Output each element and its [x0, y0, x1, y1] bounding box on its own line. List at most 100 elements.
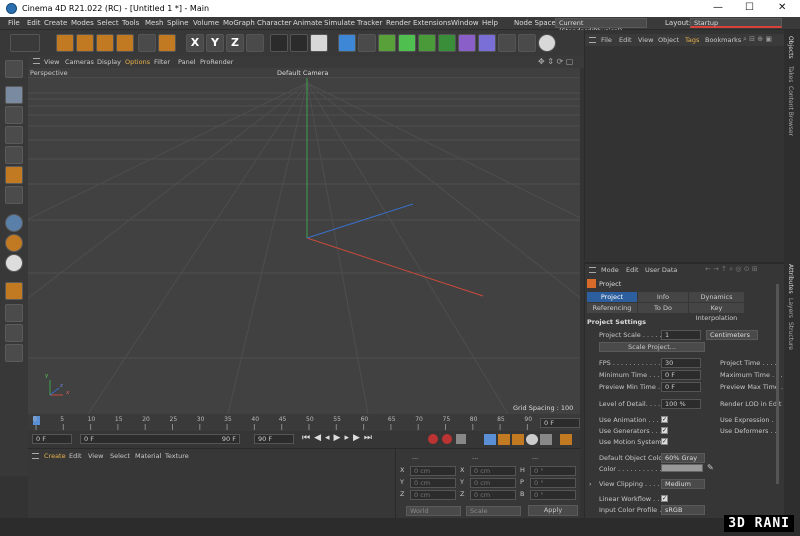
viewport-menu-view[interactable]: View	[44, 58, 59, 66]
tab-referencing[interactable]: Referencing	[587, 303, 637, 313]
coord-position-field[interactable]: 0 cm	[410, 466, 456, 476]
make-editable-icon[interactable]	[5, 60, 23, 78]
rotation-key-icon[interactable]	[512, 434, 524, 445]
model-mode-icon[interactable]	[5, 86, 23, 104]
polygons-mode-icon[interactable]	[5, 186, 23, 204]
object-menu-file[interactable]: File	[601, 36, 612, 44]
color-swatch[interactable]	[661, 464, 703, 472]
attribute-menu-mode[interactable]: Mode	[601, 266, 619, 274]
parameter-key-icon[interactable]	[526, 434, 538, 445]
close-button[interactable]: ✕	[778, 2, 786, 13]
snap-icon[interactable]	[5, 214, 23, 232]
fps-field[interactable]: 30	[661, 358, 701, 368]
timeline-ruler[interactable]: 0 5 10 15 20 25 30 35 40 45 50 55 60 65 70 75 80 85 90 0 F	[28, 414, 580, 431]
coord-rotation-field[interactable]: 0 °	[530, 466, 576, 476]
position-key-icon[interactable]	[484, 434, 496, 445]
coord-size-field[interactable]: 0 cm	[470, 490, 516, 500]
material-menu-view[interactable]: View	[88, 452, 103, 460]
side-tab-structure[interactable]: Structure	[787, 322, 794, 350]
z-axis-lock-icon[interactable]: Z	[226, 34, 244, 52]
rotate-icon[interactable]	[116, 34, 134, 52]
default-object-color-select[interactable]: 60% Gray	[661, 453, 705, 463]
tab-key-interpolation[interactable]: Key Interpolation	[689, 303, 744, 322]
maximize-button[interactable]: ☐	[745, 2, 754, 13]
magnet-icon[interactable]	[5, 282, 23, 300]
end-frame-field[interactable]: 90 F	[254, 434, 294, 444]
scale-project-button[interactable]: Scale Project...	[599, 342, 705, 352]
use-motion-system-checkbox[interactable]: ✓	[661, 438, 668, 445]
viewport-menu-filter[interactable]: Filter	[154, 58, 170, 66]
coord-rotation-field[interactable]: 0 °	[530, 478, 576, 488]
level-of-detail-field[interactable]: 100 %	[661, 399, 701, 409]
scale-key-icon[interactable]	[498, 434, 510, 445]
viewport-menu-display[interactable]: Display	[97, 58, 121, 66]
deformer-icon[interactable]	[458, 34, 476, 52]
attribute-nav-icons[interactable]: ← → ↑ ⌕ ◎ ⊙ ⊞	[705, 265, 758, 274]
menu-tools[interactable]: Tools	[122, 19, 139, 27]
view-clipping-expander-icon[interactable]: ›	[589, 480, 592, 488]
light-icon[interactable]	[538, 34, 556, 52]
tab-info[interactable]: Info	[638, 292, 688, 302]
attribute-menu-user-data[interactable]: User Data	[645, 266, 677, 274]
coord-rotation-field[interactable]: 0 °	[530, 490, 576, 500]
viewport-menu-icon[interactable]	[33, 58, 40, 64]
tab-project-settings[interactable]: Project Settings	[587, 292, 637, 311]
point-level-key-icon[interactable]	[540, 434, 552, 445]
menu-help[interactable]: Help	[482, 19, 498, 27]
menu-volume[interactable]: Volume	[193, 19, 219, 27]
project-scale-unit-select[interactable]: Centimeters	[706, 330, 758, 340]
select-cursor-icon[interactable]	[56, 34, 74, 52]
object-menu-bookmarks[interactable]: Bookmarks	[705, 36, 741, 44]
coord-size-mode-select[interactable]: Scale	[466, 506, 521, 516]
render-settings-icon[interactable]	[310, 34, 328, 52]
menu-extensions[interactable]: Extensions	[413, 19, 451, 27]
viewport-camera-name[interactable]: Default Camera	[277, 69, 328, 77]
apply-button[interactable]: Apply	[528, 505, 578, 516]
object-search-icons[interactable]: ⌕ ⊟ ⊕ ▣	[743, 35, 772, 44]
view-clipping-select[interactable]: Medium	[661, 479, 705, 489]
material-menu-texture[interactable]: Texture	[165, 452, 189, 460]
pen-icon[interactable]	[358, 34, 376, 52]
attribute-menu-icon[interactable]	[589, 267, 596, 273]
move-icon[interactable]	[76, 34, 94, 52]
material-menu-edit[interactable]: Edit	[69, 452, 82, 460]
snap-mode-icon[interactable]	[5, 254, 23, 272]
menu-mesh[interactable]: Mesh	[145, 19, 163, 27]
menu-create[interactable]: Create	[44, 19, 67, 27]
side-tab-takes[interactable]: Takes	[787, 66, 794, 82]
bend-deformer-icon[interactable]	[398, 34, 416, 52]
side-tab-objects[interactable]: Objects	[787, 36, 794, 59]
coord-mode-select[interactable]: World	[406, 506, 461, 516]
menu-modes[interactable]: Modes	[71, 19, 94, 27]
scale-icon[interactable]	[96, 34, 114, 52]
autokey-icon[interactable]	[442, 434, 452, 444]
node-space-select[interactable]: Current (Standard/Physical)	[555, 18, 647, 35]
floor-icon[interactable]	[498, 34, 516, 52]
current-frame-field[interactable]: 0 F	[540, 418, 580, 428]
menu-character[interactable]: Character	[257, 19, 292, 27]
layout-select[interactable]: Startup	[690, 18, 782, 28]
record-keyframe-icon[interactable]	[428, 434, 438, 444]
object-menu-object[interactable]: Object	[658, 36, 679, 44]
menu-animate[interactable]: Animate	[293, 19, 322, 27]
material-menu-icon[interactable]	[32, 453, 39, 459]
playback-controls[interactable]: ⏮◀◂▶▸▶⏭	[302, 433, 376, 443]
edges-mode-icon[interactable]	[5, 166, 23, 184]
coord-size-field[interactable]: 0 cm	[470, 466, 516, 476]
menu-window[interactable]: Window	[451, 19, 479, 27]
texture-mode-icon[interactable]	[5, 106, 23, 124]
workplane-icon[interactable]	[5, 126, 23, 144]
cube-icon[interactable]	[338, 34, 356, 52]
lock-icon[interactable]	[5, 344, 23, 362]
minimum-time-field[interactable]: 0 F	[661, 370, 701, 380]
render-view-icon[interactable]	[270, 34, 288, 52]
snap-settings-icon[interactable]	[5, 234, 23, 252]
mograph-fracture-icon[interactable]	[438, 34, 456, 52]
object-menu-tags[interactable]: Tags	[685, 36, 699, 44]
tab-to-do[interactable]: To Do	[638, 303, 688, 313]
side-tab-attributes[interactable]: Attributes	[787, 264, 794, 294]
field-icon[interactable]	[478, 34, 496, 52]
object-menu-edit[interactable]: Edit	[619, 36, 632, 44]
use-animation-checkbox[interactable]: ✓	[661, 416, 668, 423]
cloner-icon[interactable]	[418, 34, 436, 52]
